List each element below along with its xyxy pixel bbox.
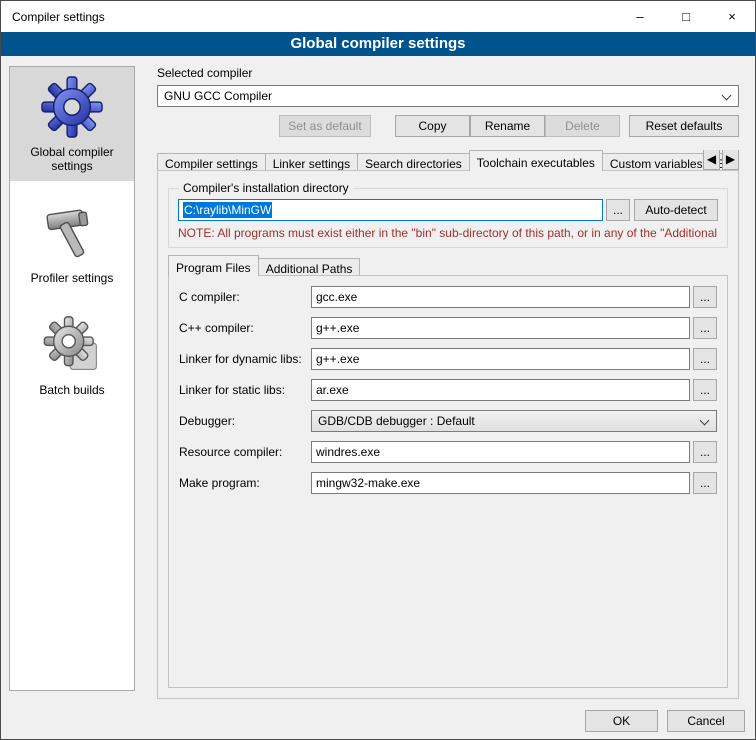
- field-label: Linker for static libs:: [179, 383, 311, 397]
- static-libs-linker-input[interactable]: ar.exe: [311, 379, 690, 401]
- copy-button[interactable]: Copy: [395, 115, 470, 137]
- tab-search-directories[interactable]: Search directories: [357, 153, 470, 171]
- chevron-down-icon: [700, 416, 710, 426]
- directory-browse-button[interactable]: ...: [606, 199, 630, 221]
- dynamic-libs-linker-input[interactable]: g++.exe: [311, 348, 690, 370]
- sidebar-item-label: Global compiler settings: [12, 145, 132, 173]
- sidebar-item-label: Batch builds: [39, 383, 104, 397]
- field-label: Debugger:: [179, 414, 311, 428]
- browse-button[interactable]: ...: [693, 348, 717, 370]
- debugger-value: GDB/CDB debugger : Default: [318, 414, 475, 428]
- auto-detect-button[interactable]: Auto-detect: [634, 199, 718, 221]
- field-label: C compiler:: [179, 290, 311, 304]
- maximize-icon[interactable]: □: [663, 1, 709, 32]
- field-row: Linker for dynamic libs: g++.exe ...: [179, 348, 717, 370]
- installation-directory-group: Compiler's installation directory C:\ray…: [168, 181, 728, 248]
- reset-defaults-button[interactable]: Reset defaults: [629, 115, 739, 137]
- gear-icon: [40, 75, 104, 139]
- profiler-icon: [40, 201, 104, 265]
- c-compiler-input[interactable]: gcc.exe: [311, 286, 690, 308]
- sidebar-item-label: Profiler settings: [31, 271, 114, 285]
- tab-scroll-right-icon[interactable]: ▶: [722, 150, 739, 170]
- close-icon[interactable]: ×: [709, 1, 755, 32]
- sidebar-item-profiler-settings[interactable]: Profiler settings: [10, 193, 134, 293]
- resource-compiler-value: windres.exe: [316, 445, 380, 459]
- ok-button[interactable]: OK: [585, 710, 658, 732]
- dialog-footer: OK Cancel: [585, 710, 745, 732]
- c-compiler-value: gcc.exe: [316, 290, 357, 304]
- subtab-strip: Program Files Additional Paths: [168, 255, 728, 276]
- debugger-select[interactable]: GDB/CDB debugger : Default: [311, 410, 717, 432]
- toolchain-executables-panel: Compiler's installation directory C:\ray…: [157, 170, 739, 699]
- installation-directory-input[interactable]: C:\raylib\MinGW: [178, 199, 603, 221]
- main-panel: Selected compiler GNU GCC Compiler Set a…: [149, 56, 747, 699]
- compiler-actions: Set as default Copy Rename Delete Reset …: [157, 115, 739, 137]
- field-row: C++ compiler: g++.exe ...: [179, 317, 717, 339]
- set-as-default-button[interactable]: Set as default: [279, 115, 371, 137]
- browse-button[interactable]: ...: [693, 441, 717, 463]
- settings-tabs: Compiler settings Linker settings Search…: [157, 150, 739, 699]
- page-title: Global compiler settings: [1, 32, 755, 56]
- tab-toolchain-executables[interactable]: Toolchain executables: [469, 150, 603, 171]
- delete-button[interactable]: Delete: [545, 115, 620, 137]
- subtab-additional-paths[interactable]: Additional Paths: [258, 258, 361, 276]
- tab-strip: Compiler settings Linker settings Search…: [157, 150, 739, 171]
- installation-directory-label: Compiler's installation directory: [179, 181, 353, 195]
- batch-builds-icon: [40, 313, 104, 377]
- installation-directory-row: C:\raylib\MinGW ... Auto-detect: [178, 199, 718, 221]
- field-row: Debugger: GDB/CDB debugger : Default: [179, 410, 717, 432]
- tab-scrollers: ◀ ▶: [703, 150, 739, 170]
- sidebar-item-batch-builds[interactable]: Batch builds: [10, 305, 134, 405]
- tab-scroll-left-icon[interactable]: ◀: [703, 150, 720, 170]
- field-label: Linker for dynamic libs:: [179, 352, 311, 366]
- directory-note: NOTE: All programs must exist either in …: [178, 226, 718, 240]
- cpp-compiler-value: g++.exe: [316, 321, 359, 335]
- field-row: Resource compiler: windres.exe ...: [179, 441, 717, 463]
- settings-sidebar: Global compiler settings: [9, 66, 135, 691]
- selected-compiler-value: GNU GCC Compiler: [164, 89, 272, 103]
- selected-compiler-select[interactable]: GNU GCC Compiler: [157, 85, 739, 107]
- resource-compiler-input[interactable]: windres.exe: [311, 441, 690, 463]
- cpp-compiler-input[interactable]: g++.exe: [311, 317, 690, 339]
- browse-button[interactable]: ...: [693, 317, 717, 339]
- minimize-icon[interactable]: –: [617, 1, 663, 32]
- field-label: Make program:: [179, 476, 311, 490]
- window-controls: – □ ×: [617, 1, 755, 32]
- program-files-panel: C compiler: gcc.exe ... C++ compiler: g+…: [168, 275, 728, 688]
- tab-linker-settings[interactable]: Linker settings: [265, 153, 358, 171]
- make-program-input[interactable]: mingw32-make.exe: [311, 472, 690, 494]
- field-row: C compiler: gcc.exe ...: [179, 286, 717, 308]
- chevron-down-icon: [722, 91, 732, 101]
- dynamic-libs-linker-value: g++.exe: [316, 352, 359, 366]
- browse-button[interactable]: ...: [693, 379, 717, 401]
- field-row: Linker for static libs: ar.exe ...: [179, 379, 717, 401]
- dialog-content: Global compiler settings: [1, 56, 755, 740]
- title-bar: Compiler settings – □ ×: [1, 1, 755, 32]
- sidebar-item-global-compiler-settings[interactable]: Global compiler settings: [10, 67, 134, 181]
- installation-directory-value: C:\raylib\MinGW: [183, 202, 272, 218]
- browse-button[interactable]: ...: [693, 472, 717, 494]
- compiler-settings-window: Compiler settings – □ × Global compiler …: [0, 0, 756, 740]
- rename-button[interactable]: Rename: [470, 115, 545, 137]
- tab-custom-variables[interactable]: Custom variables: [602, 153, 711, 171]
- field-row: Make program: mingw32-make.exe ...: [179, 472, 717, 494]
- field-label: Resource compiler:: [179, 445, 311, 459]
- field-label: C++ compiler:: [179, 321, 311, 335]
- subtab-program-files[interactable]: Program Files: [168, 255, 259, 276]
- window-title: Compiler settings: [1, 10, 105, 24]
- browse-button[interactable]: ...: [693, 286, 717, 308]
- static-libs-linker-value: ar.exe: [316, 383, 349, 397]
- cancel-button[interactable]: Cancel: [667, 710, 745, 732]
- make-program-value: mingw32-make.exe: [316, 476, 420, 490]
- selected-compiler-label: Selected compiler: [157, 66, 739, 80]
- tab-compiler-settings[interactable]: Compiler settings: [157, 153, 266, 171]
